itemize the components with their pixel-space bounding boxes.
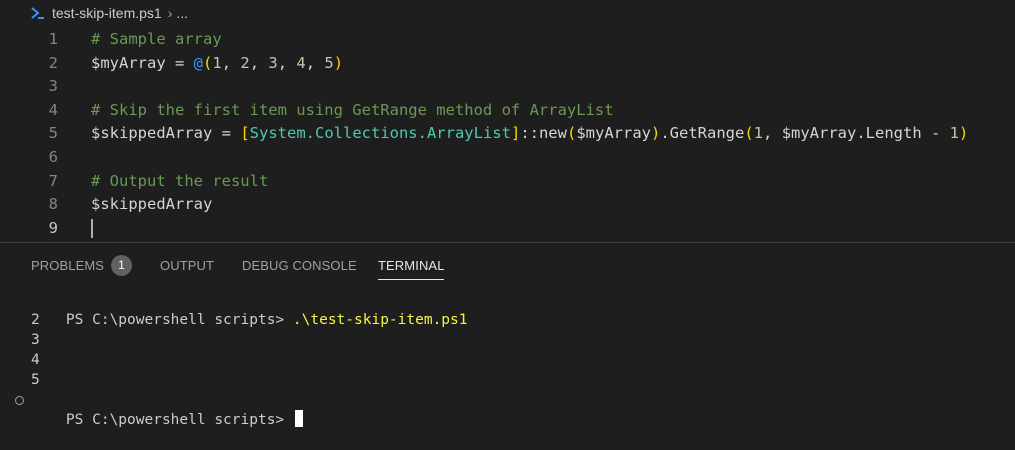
line-number: 9 — [48, 218, 58, 237]
terminal-output-line: 3 — [31, 332, 40, 348]
code-token: $skippedArray — [91, 124, 213, 143]
breadcrumb-more[interactable]: ... — [176, 5, 188, 21]
code-editor[interactable]: 1 # Sample array 2 $myArray = @(1, 2, 3, 4,… — [0, 28, 1015, 243]
line-number: 1 — [48, 30, 58, 48]
code-token: 1 — [212, 53, 222, 72]
chevron-right-icon: › — [167, 5, 173, 21]
code-token: , — [221, 53, 241, 72]
code-token: @ — [193, 53, 203, 72]
code-token: System.Collections.ArrayList — [249, 124, 511, 143]
terminal-prompt-line: PS C:\powershell scripts> — [31, 390, 303, 428]
code-token: , — [277, 53, 297, 72]
terminal-prompt: PS C:\powershell scripts> — [65, 412, 293, 428]
line-number: 5 — [48, 124, 58, 143]
code-token: ::new — [520, 124, 567, 143]
code-token: ] — [510, 124, 521, 143]
terminal-command-line: PS C:\powershell scripts> .\test-skip-it… — [31, 290, 468, 328]
code-token: $skippedArray — [91, 195, 213, 214]
code-token: # Skip the first item using GetRange met… — [91, 100, 614, 119]
line-number: 2 — [48, 53, 58, 72]
code-line[interactable]: 7 # Output the result — [0, 170, 1015, 193]
circle-icon[interactable] — [15, 396, 24, 405]
tab-problems[interactable]: PROBLEMS — [31, 258, 104, 273]
code-token: ) — [650, 124, 661, 143]
code-text: $skippedArray — [91, 193, 212, 216]
code-token: 1 — [949, 124, 960, 143]
tab-debug-console[interactable]: DEBUG CONSOLE — [242, 258, 357, 273]
line-number: 3 — [48, 77, 58, 96]
active-tab-indicator — [378, 279, 444, 280]
code-token: $myArray — [576, 124, 651, 143]
problems-count-badge: 1 — [111, 255, 132, 276]
code-token: ( — [566, 124, 577, 143]
tab-output[interactable]: OUTPUT — [160, 258, 214, 273]
code-text: # Output the result — [91, 170, 268, 193]
code-token: $myArray — [781, 124, 857, 143]
terminal-command: .\test-skip-item.ps1 — [292, 312, 468, 328]
code-line[interactable]: 2 $myArray = @(1, 2, 3, 4, 5) — [0, 52, 1015, 75]
panel-divider — [0, 242, 1015, 243]
code-token: 5 — [324, 53, 334, 72]
line-number: 6 — [48, 148, 58, 166]
code-text: # Skip the first item using GetRange met… — [91, 99, 614, 122]
code-line[interactable]: 3 — [0, 75, 1015, 98]
code-line[interactable]: 4 # Skip the first item using GetRange me… — [0, 99, 1015, 122]
code-token: ( — [203, 53, 213, 72]
code-line[interactable]: 5 $skippedArray = [System.Collections.Arr… — [0, 122, 1015, 145]
code-token: [ — [240, 124, 250, 143]
code-token: = — [212, 124, 241, 143]
terminal-output-line: 5 — [31, 372, 40, 388]
code-token: .GetRange — [660, 124, 745, 143]
code-token: , — [305, 53, 325, 72]
code-token: ) — [333, 53, 344, 72]
terminal-output-line: 2 — [31, 312, 40, 328]
code-text: $skippedArray = [System.Collections.Arra… — [91, 122, 968, 145]
line-number: 4 — [48, 100, 58, 119]
code-token: # Sample array — [91, 30, 222, 48]
terminal-cursor — [294, 410, 303, 427]
line-number: 8 — [48, 195, 58, 214]
code-token: , — [763, 124, 782, 143]
breadcrumb: test-skip-item.ps1 › ... — [0, 0, 1015, 26]
terminal-output-line: 4 — [31, 352, 40, 368]
code-token: ( — [744, 124, 754, 143]
line-number: 7 — [48, 171, 58, 190]
code-token: ) — [959, 124, 969, 143]
code-token: 2 — [240, 53, 250, 72]
code-token: = — [165, 53, 194, 72]
code-text: $myArray = @(1, 2, 3, 4, 5) — [91, 52, 343, 75]
code-text: # Sample array — [91, 28, 222, 51]
code-token: # Output the result — [91, 171, 269, 190]
code-token: .Length - — [856, 124, 950, 143]
code-token: $myArray — [91, 53, 166, 72]
code-line[interactable]: 9 — [0, 217, 1015, 240]
code-line[interactable]: 8 $skippedArray — [0, 193, 1015, 216]
code-token: 4 — [296, 53, 306, 72]
code-token: 3 — [268, 53, 278, 72]
breadcrumb-file[interactable]: test-skip-item.ps1 — [52, 5, 162, 21]
code-token: , — [249, 53, 269, 72]
terminal-prompt: PS C:\powershell scripts> — [65, 312, 293, 328]
panel-tabs: PROBLEMS 1 OUTPUT DEBUG CONSOLE TERMINAL — [0, 253, 1015, 280]
text-cursor — [91, 218, 93, 238]
code-line[interactable]: 1 # Sample array — [0, 28, 1015, 51]
powershell-icon — [30, 5, 46, 21]
tab-terminal[interactable]: TERMINAL — [378, 258, 445, 273]
terminal[interactable]: PS C:\powershell scripts> .\test-skip-it… — [0, 290, 1015, 428]
code-line[interactable]: 6 — [0, 146, 1015, 169]
code-token: 1 — [753, 124, 764, 143]
